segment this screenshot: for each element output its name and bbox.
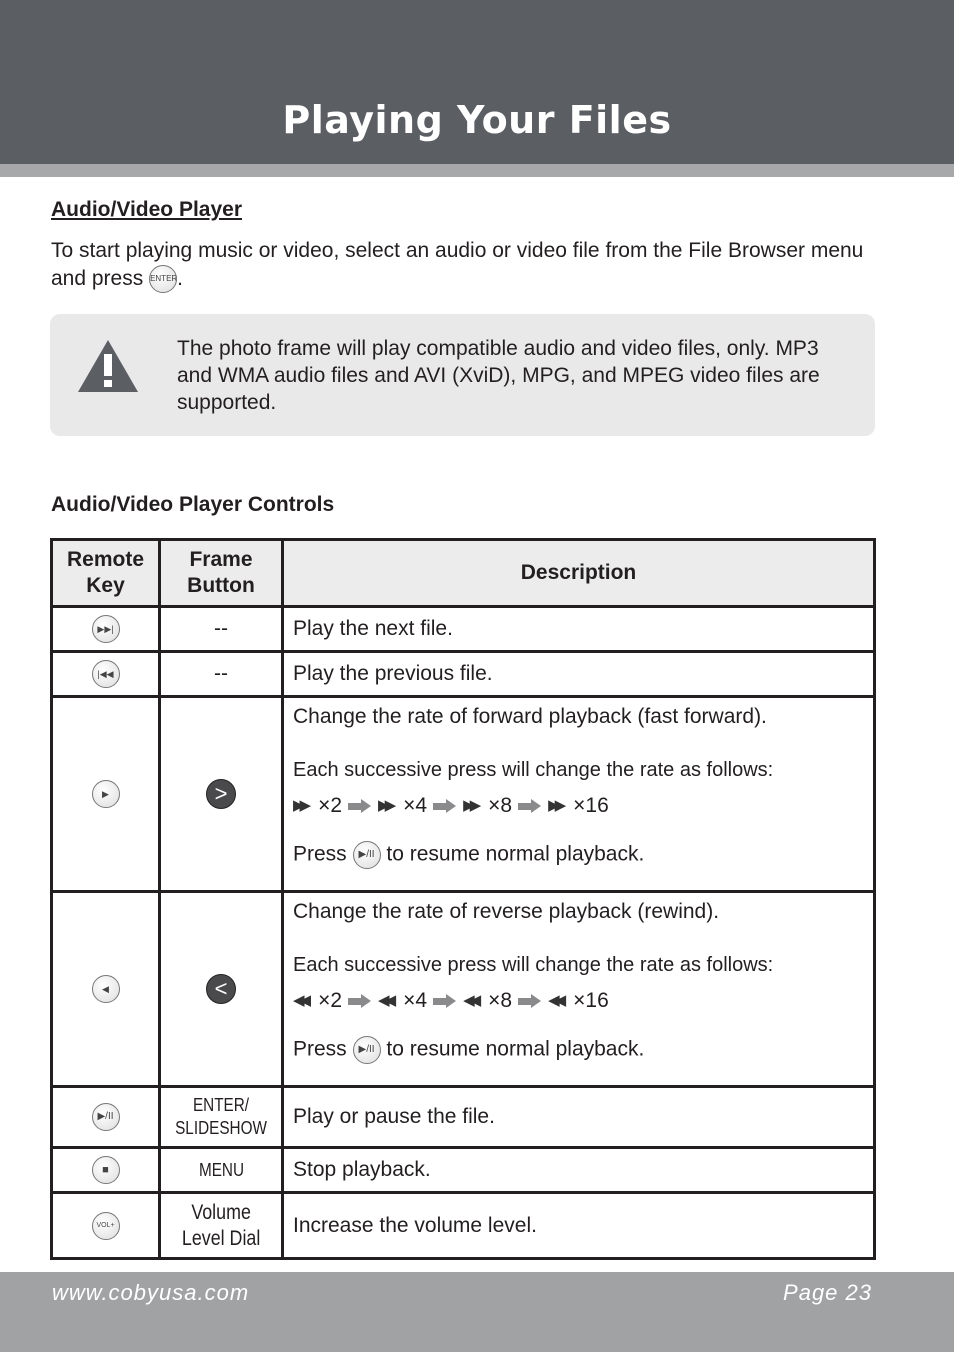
frame-label: MENU [198, 1160, 244, 1180]
rewind-icon: ◀◀ [378, 992, 396, 1009]
table-header: Remote Key Frame Button Description [50, 538, 876, 608]
frame-button-cell: -- [158, 650, 284, 698]
play-pause-icon: ▶/II [352, 841, 381, 869]
col-remote-key: Remote Key [50, 538, 161, 608]
resume-text: to resume normal playback. [386, 842, 645, 866]
fast-forward-icon: ▶▶ [293, 797, 311, 814]
arrow-right-icon [348, 994, 372, 1008]
table-row: |◀◀ -- Play the previous file. [50, 650, 876, 698]
controls-title: Audio/Video Player Controls [51, 493, 335, 516]
rate: ×4 [403, 794, 428, 817]
frame-button-cell: Volume Level Dial [158, 1191, 284, 1260]
description-line: Change the rate of forward playback (fas… [293, 705, 767, 728]
play-left-icon: ◀ [91, 975, 120, 1003]
controls-table: Remote Key Frame Button Description ▶▶| … [50, 538, 876, 1260]
section-title: Audio/Video Player [51, 198, 242, 221]
description-cell: Change the rate of forward playback (fas… [281, 695, 876, 893]
description-cell: Increase the volume level. [281, 1191, 876, 1260]
reverse-rates: ◀◀ ×2 ◀◀ ×4 ◀◀ ×8 ◀◀ ×16 [293, 988, 873, 1014]
play-right-icon: ▶ [91, 780, 120, 808]
frame-label: SLIDESHOW [175, 1118, 267, 1138]
page-header: Playing Your Files [0, 0, 954, 164]
table-row: ■ MENU Stop playback. [50, 1146, 876, 1194]
arrow-right-icon [348, 799, 372, 813]
resume-line: Press ▶/II to resume normal playback. [293, 1036, 873, 1064]
rewind-icon: ◀◀ [293, 992, 311, 1009]
arrow-right-icon [518, 799, 542, 813]
table-row: ▶/II ENTER/SLIDESHOW Play or pause the f… [50, 1085, 876, 1149]
header-band [0, 164, 954, 177]
arrow-right-icon [518, 994, 542, 1008]
description-cell: Play or pause the file. [281, 1085, 876, 1149]
col-description: Description [281, 538, 876, 608]
warning-icon [78, 340, 138, 392]
rate: ×16 [573, 794, 609, 817]
fast-forward-icon: ▶▶ [463, 797, 481, 814]
description-line: Change the rate of reverse playback (rew… [293, 900, 720, 923]
rate: ×8 [488, 989, 513, 1012]
table-row: ▶▶| -- Play the next file. [50, 605, 876, 653]
description-line: Each successive press will change the ra… [293, 759, 774, 781]
table-row: ◀ < Change the rate of reverse playback … [50, 890, 876, 1088]
frame-label: Level Dial [181, 1226, 261, 1250]
chevron-left-icon: < [206, 974, 236, 1004]
rewind-icon: ◀◀ [548, 992, 566, 1009]
resume-text: Press [293, 1037, 347, 1061]
resume-line: Press ▶/II to resume normal playback. [293, 841, 873, 869]
table-row: ▶ > Change the rate of forward playback … [50, 695, 876, 893]
page-title: Playing Your Files [282, 98, 672, 142]
rate: ×2 [318, 794, 343, 817]
resume-text: Press [293, 842, 347, 866]
frame-label: ENTER/ [192, 1095, 250, 1115]
description-cell: Change the rate of reverse playback (rew… [281, 890, 876, 1088]
rate: ×2 [318, 989, 343, 1012]
next-track-icon: ▶▶| [91, 615, 120, 643]
page-footer: www.cobyusa.com Page 23 [0, 1272, 954, 1352]
arrow-right-icon [433, 994, 457, 1008]
intro-text: To start playing music or video, select … [51, 237, 891, 294]
frame-label: Volume [191, 1200, 251, 1224]
note-box: The photo frame will play compatible aud… [50, 314, 875, 436]
frame-button-cell: MENU [158, 1146, 284, 1194]
play-pause-icon: ▶/II [352, 1036, 381, 1064]
previous-track-icon: |◀◀ [91, 660, 120, 688]
intro-text-b: . [177, 267, 183, 290]
resume-text: to resume normal playback. [386, 1037, 645, 1061]
play-pause-icon: ▶/II [91, 1103, 120, 1131]
frame-button-cell: -- [158, 605, 284, 653]
description-cell: Stop playback. [281, 1146, 876, 1194]
frame-button-cell: ENTER/SLIDESHOW [158, 1085, 284, 1149]
description-line: Each successive press will change the ra… [293, 954, 774, 976]
note-text: The photo frame will play compatible aud… [177, 337, 820, 414]
rewind-icon: ◀◀ [463, 992, 481, 1009]
rate: ×8 [488, 794, 513, 817]
enter-button-icon: ENTER [149, 265, 177, 294]
fast-forward-icon: ▶▶ [548, 797, 566, 814]
fast-forward-icon: ▶▶ [378, 797, 396, 814]
col-frame-button: Frame Button [158, 538, 284, 608]
arrow-right-icon [433, 799, 457, 813]
description-cell: Play the next file. [281, 605, 876, 653]
forward-rates: ▶▶ ×2 ▶▶ ×4 ▶▶ ×8 ▶▶ ×16 [293, 793, 873, 819]
page-number: Page 23 [783, 1280, 872, 1305]
stop-icon: ■ [91, 1156, 120, 1184]
description-cell: Play the previous file. [281, 650, 876, 698]
rate: ×16 [573, 989, 609, 1012]
chevron-right-icon: > [206, 779, 236, 809]
volume-up-icon: VOL+ [91, 1211, 120, 1240]
footer-url: www.cobyusa.com [52, 1280, 250, 1305]
rate: ×4 [403, 989, 428, 1012]
table-row: VOL+ Volume Level Dial Increase the volum… [50, 1191, 876, 1260]
